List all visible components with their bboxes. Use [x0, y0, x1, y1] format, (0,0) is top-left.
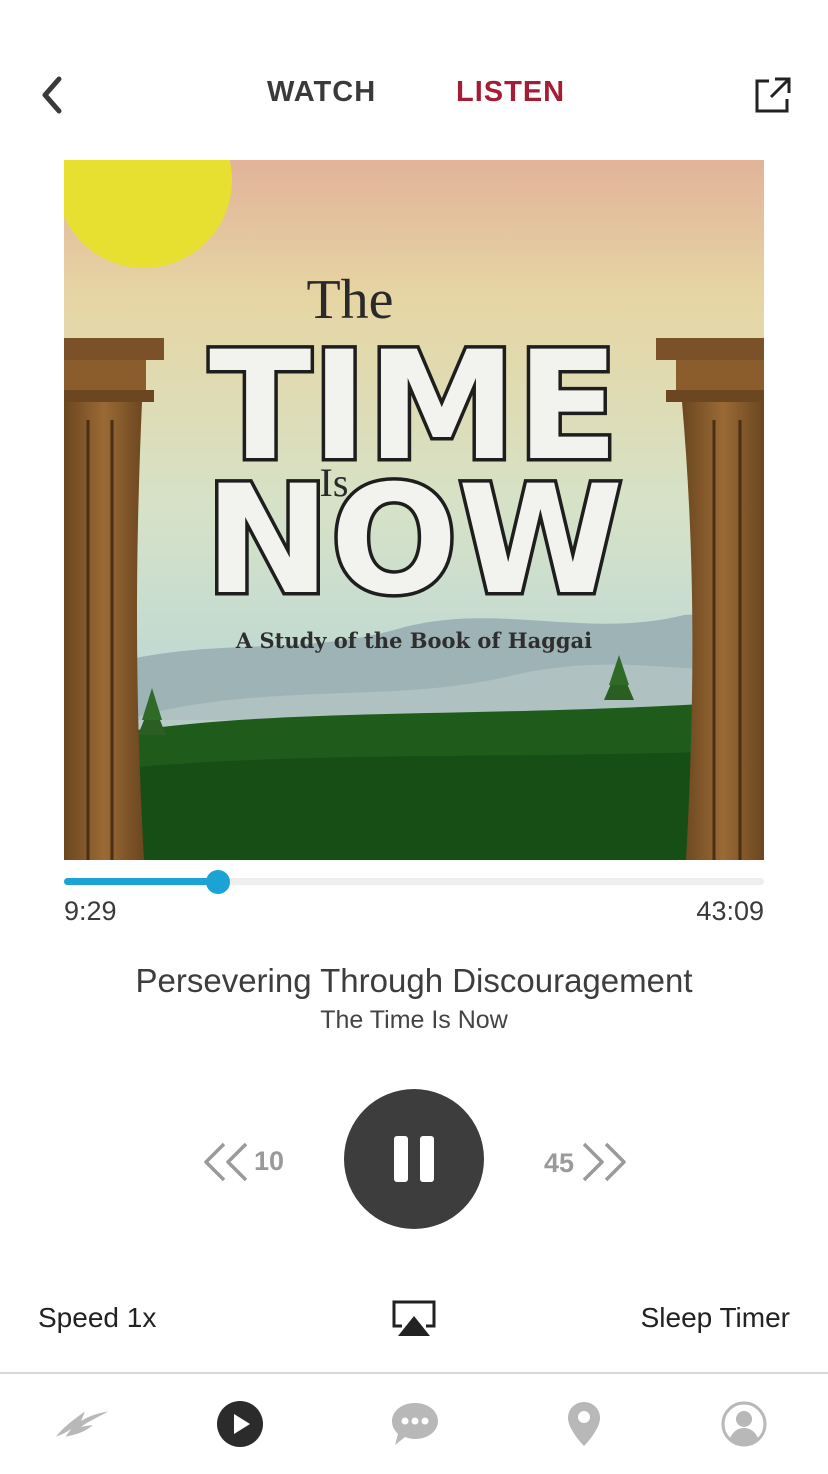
location-pin-icon: [568, 1402, 600, 1446]
profile-icon: [721, 1401, 767, 1447]
forward-button[interactable]: 45: [542, 1138, 632, 1186]
airplay-icon: [392, 1300, 436, 1336]
rewind-button[interactable]: 10: [200, 1138, 290, 1186]
progress-fill: [64, 878, 218, 885]
bottom-nav: [0, 1374, 828, 1474]
forward-seconds: 45: [544, 1148, 575, 1178]
elapsed-time: 9:29: [64, 896, 117, 926]
airplay-button[interactable]: [390, 1298, 438, 1340]
chat-bubble-icon: [392, 1403, 438, 1445]
sleep-timer-button[interactable]: Sleep Timer: [641, 1302, 790, 1334]
playback-progress-slider[interactable]: [64, 870, 764, 894]
episode-title: Persevering Through Discouragement: [135, 962, 693, 999]
tab-watch[interactable]: WATCH: [267, 76, 376, 109]
play-circle-icon: [217, 1401, 263, 1447]
top-bar: WATCH LISTEN: [0, 60, 828, 130]
nav-media[interactable]: [210, 1398, 270, 1450]
nav-profile[interactable]: [714, 1398, 774, 1450]
double-chevron-left-icon: [204, 1142, 248, 1182]
progress-thumb[interactable]: [206, 870, 230, 894]
back-button[interactable]: [30, 70, 74, 120]
external-link-icon: [755, 77, 791, 113]
nav-messages[interactable]: [385, 1398, 445, 1450]
tab-listen[interactable]: LISTEN: [456, 76, 565, 109]
artwork-tagline: A Study of the Book of Haggai: [235, 628, 592, 653]
pause-button[interactable]: [344, 1089, 484, 1229]
rewind-seconds: 10: [254, 1146, 285, 1176]
share-button[interactable]: [748, 70, 798, 120]
logo-icon: [55, 1411, 109, 1437]
total-time: 43:09: [696, 896, 764, 926]
nav-locations[interactable]: [554, 1398, 614, 1450]
album-artwork: The TIME Is NOW A Study of the Book of H…: [64, 160, 764, 860]
speed-button[interactable]: Speed 1x: [38, 1302, 156, 1334]
nav-home[interactable]: [52, 1398, 112, 1450]
chevron-left-icon: [42, 76, 62, 114]
artwork-title-now: NOW: [205, 454, 624, 628]
series-title: The Time Is Now: [320, 1006, 508, 1034]
pause-icon: [394, 1136, 434, 1182]
double-chevron-right-icon: [582, 1142, 626, 1182]
